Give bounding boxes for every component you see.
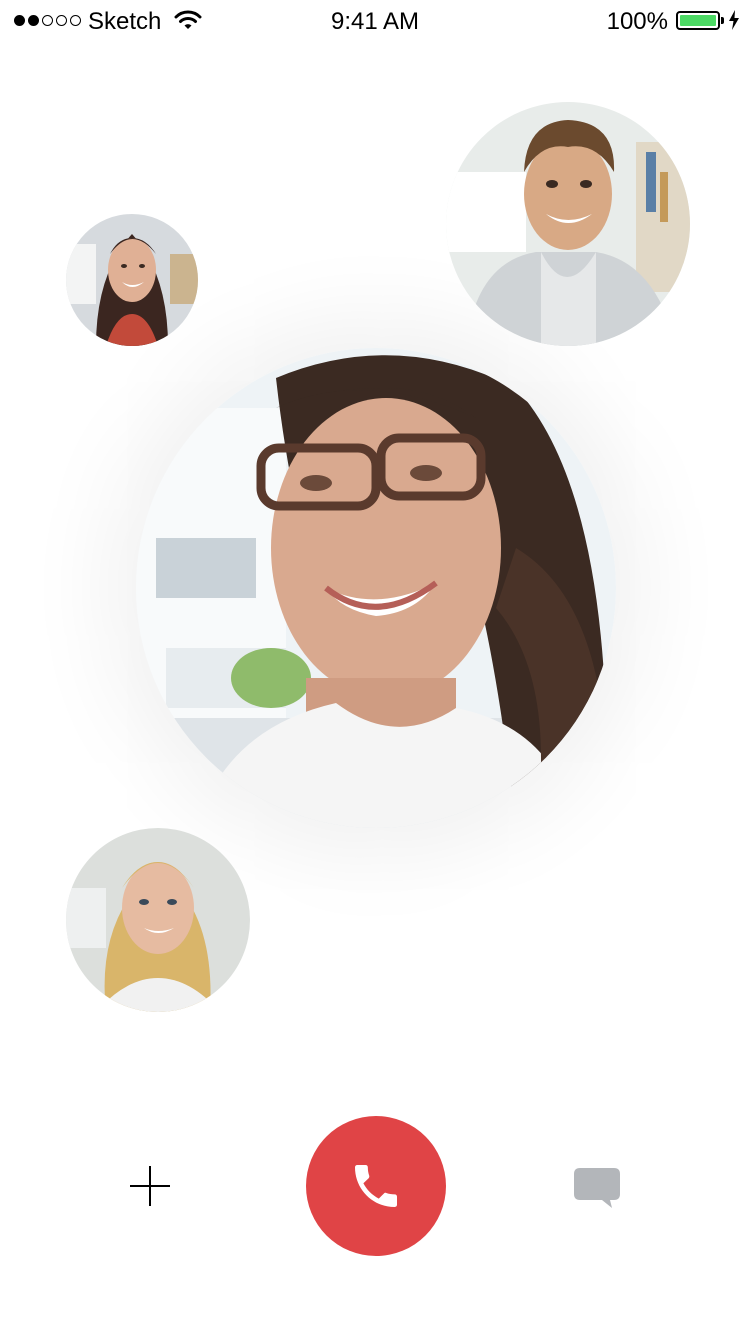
active-speaker-video[interactable] xyxy=(136,348,616,828)
chat-button[interactable] xyxy=(572,1164,622,1212)
battery-percentage: 100% xyxy=(606,8,668,35)
woman-with-glasses-photo xyxy=(136,348,616,828)
chat-bubble-icon xyxy=(574,1168,620,1208)
participant-woman-dark-hair-video[interactable] xyxy=(66,214,198,346)
woman-blonde-hair-photo xyxy=(66,828,250,1012)
add-participant-button[interactable] xyxy=(128,1164,172,1208)
battery-nub xyxy=(721,17,724,24)
man-smiling-photo xyxy=(446,102,690,346)
charging-bolt-icon xyxy=(728,10,740,35)
phone-icon xyxy=(355,1165,397,1207)
plus-icon xyxy=(130,1166,170,1206)
participant-man-video[interactable] xyxy=(446,102,690,346)
participant-woman-blonde-video[interactable] xyxy=(66,828,250,1012)
woman-dark-hair-photo xyxy=(66,214,198,346)
battery-icon xyxy=(676,11,720,30)
status-bar: Sketch 9:41 AM 100% xyxy=(0,0,750,44)
end-call-button[interactable] xyxy=(306,1116,446,1256)
